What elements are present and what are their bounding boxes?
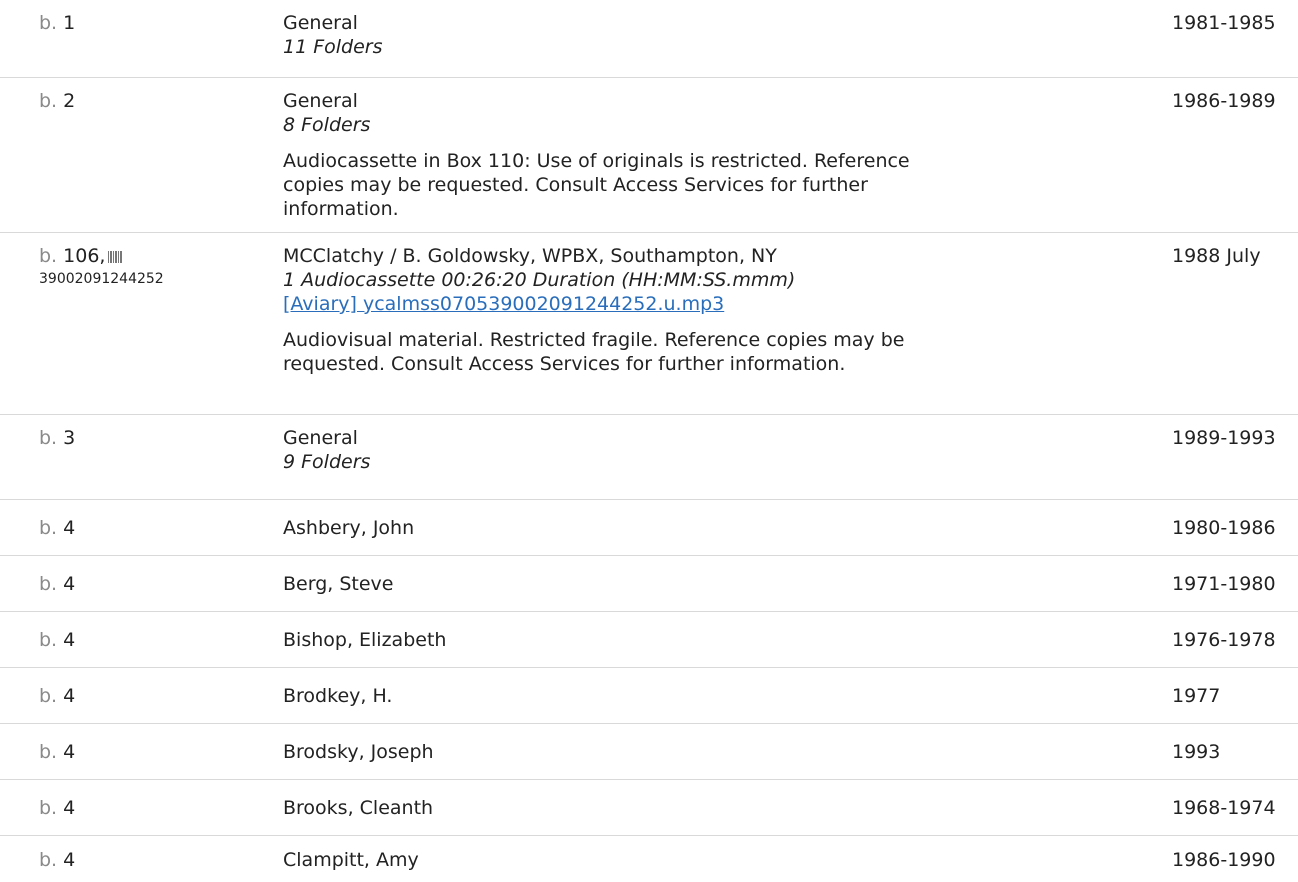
- item-extent: 1 Audiocassette 00:26:20 Duration (HH:MM…: [283, 269, 796, 291]
- item-date: 1986-1989: [1172, 90, 1276, 112]
- list-item: b. 4 Clampitt, Amy 1986-1990: [0, 836, 1298, 882]
- box-number: 2: [63, 90, 76, 112]
- box-location: b. 106, 39002091244252: [39, 244, 269, 290]
- item-title: Brodsky, Joseph: [283, 741, 434, 763]
- barcode-number: 39002091244252: [39, 271, 164, 287]
- item-date: 1968-1974: [1172, 797, 1276, 819]
- box-location: b. 3: [39, 426, 269, 450]
- item-date: 1976-1978: [1172, 629, 1276, 651]
- box-number: 106,: [63, 245, 106, 267]
- list-item: b. 1 General 11 Folders 1981-1985: [0, 0, 1298, 78]
- item-title: Clampitt, Amy: [283, 849, 419, 871]
- item-title: Brodkey, H.: [283, 685, 393, 707]
- list-item: b. 2 General 8 Folders Audiocassette in …: [0, 78, 1298, 233]
- box-prefix: b.: [39, 629, 58, 651]
- list-item: b. 3 General 9 Folders 1989-1993: [0, 415, 1298, 500]
- box-location: b. 4: [39, 740, 269, 764]
- item-title: MCClatchy / B. Goldowsky, WPBX, Southamp…: [283, 245, 777, 267]
- item-title: Ashbery, John: [283, 517, 415, 539]
- box-location: b. 2: [39, 89, 269, 113]
- item-title: Berg, Steve: [283, 573, 394, 595]
- box-location: b. 4: [39, 684, 269, 708]
- item-date: 1988 July: [1172, 245, 1261, 267]
- item-extent: 11 Folders: [283, 36, 383, 58]
- item-date: 1980-1986: [1172, 517, 1276, 539]
- box-location: b. 4: [39, 848, 269, 872]
- box-number: 1: [63, 12, 76, 34]
- list-item: b. 4 Brodkey, H. 1977: [0, 668, 1298, 724]
- box-number: 4: [63, 685, 76, 707]
- list-item: b. 106, 39002091244252 MCClatchy / B. Go…: [0, 233, 1298, 415]
- item-date: 1993: [1172, 741, 1221, 763]
- item-description: Brodsky, Joseph: [283, 740, 973, 764]
- box-prefix: b.: [39, 573, 58, 595]
- box-number: 4: [63, 797, 76, 819]
- item-title: Brooks, Cleanth: [283, 797, 434, 819]
- box-location: b. 1: [39, 11, 269, 35]
- box-number: 4: [63, 573, 76, 595]
- item-description: Ashbery, John: [283, 516, 973, 540]
- item-extent: 9 Folders: [283, 451, 371, 473]
- box-prefix: b.: [39, 12, 58, 34]
- item-title: Bishop, Elizabeth: [283, 629, 447, 651]
- box-number: 4: [63, 741, 76, 763]
- box-number: 4: [63, 517, 76, 539]
- item-date: 1986-1990: [1172, 849, 1276, 871]
- item-date: 1971-1980: [1172, 573, 1276, 595]
- box-number: 3: [63, 427, 76, 449]
- box-prefix: b.: [39, 517, 58, 539]
- item-description: General 9 Folders: [283, 426, 973, 474]
- item-description: Brooks, Cleanth: [283, 796, 973, 820]
- box-prefix: b.: [39, 427, 58, 449]
- item-date: 1977: [1172, 685, 1221, 707]
- item-description: Berg, Steve: [283, 572, 973, 596]
- list-item: b. 4 Brooks, Cleanth 1968-1974: [0, 780, 1298, 836]
- list-item: b. 4 Berg, Steve 1971-1980: [0, 556, 1298, 612]
- box-prefix: b.: [39, 245, 58, 267]
- box-number: 4: [63, 849, 76, 871]
- box-number: 4: [63, 629, 76, 651]
- item-description: General 11 Folders: [283, 11, 973, 59]
- list-item: b. 4 Brodsky, Joseph 1993: [0, 724, 1298, 780]
- item-title: General: [283, 90, 358, 112]
- box-prefix: b.: [39, 849, 58, 871]
- list-item: b. 4 Bishop, Elizabeth 1976-1978: [0, 612, 1298, 668]
- item-title: General: [283, 427, 358, 449]
- item-description: General 8 Folders Audiocassette in Box 1…: [283, 89, 973, 221]
- box-location: b. 4: [39, 628, 269, 652]
- item-date: 1989-1993: [1172, 427, 1276, 449]
- item-description: Brodkey, H.: [283, 684, 973, 708]
- box-prefix: b.: [39, 685, 58, 707]
- item-title: General: [283, 12, 358, 34]
- item-description: Bishop, Elizabeth: [283, 628, 973, 652]
- audio-file-link[interactable]: [Aviary] ycalmss070539002091244252.u.mp3: [283, 292, 973, 316]
- item-description: MCClatchy / B. Goldowsky, WPBX, Southamp…: [283, 244, 973, 376]
- item-date: 1981-1985: [1172, 12, 1276, 34]
- box-prefix: b.: [39, 797, 58, 819]
- item-note: Audiocassette in Box 110: Use of origina…: [283, 150, 910, 220]
- box-prefix: b.: [39, 90, 58, 112]
- container-list: b. 1 General 11 Folders 1981-1985 b. 2 G…: [0, 0, 1298, 882]
- box-location: b. 4: [39, 572, 269, 596]
- box-location: b. 4: [39, 796, 269, 820]
- item-extent: 8 Folders: [283, 114, 371, 136]
- item-description: Clampitt, Amy: [283, 848, 973, 872]
- box-location: b. 4: [39, 516, 269, 540]
- barcode-icon: [108, 251, 124, 263]
- item-note: Audiovisual material. Restricted fragile…: [283, 329, 905, 375]
- box-prefix: b.: [39, 741, 58, 763]
- list-item: b. 4 Ashbery, John 1980-1986: [0, 500, 1298, 556]
